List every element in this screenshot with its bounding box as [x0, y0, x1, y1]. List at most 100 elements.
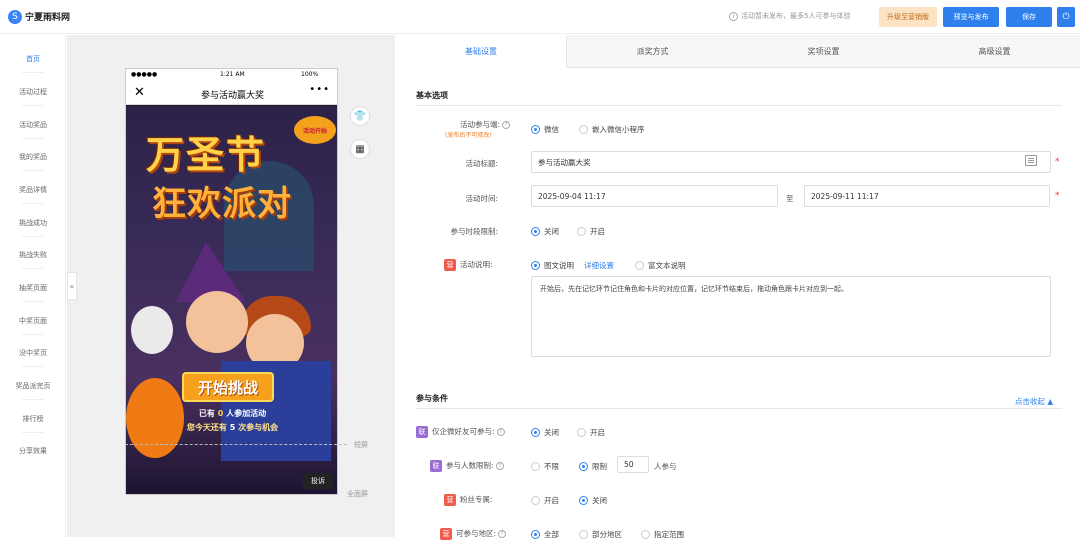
help-icon[interactable]: ? — [496, 428, 505, 436]
upgrade-button[interactable]: 升级至营销版 — [879, 7, 937, 27]
start-challenge-button[interactable]: 开始挑战 — [182, 372, 274, 402]
radio-desc-graphic[interactable]: 图文说明 — [531, 260, 574, 271]
tab-prize-settings[interactable]: 奖项设置 — [738, 35, 909, 68]
collapse-link[interactable]: 点击收起 ▲ — [1015, 396, 1053, 407]
poster-tag: 活动开始 — [294, 116, 336, 144]
preview-publish-button[interactable]: 预览与发布 — [943, 7, 999, 27]
divider — [22, 236, 44, 237]
end-time-input[interactable]: 2025-09-11 11:17 — [804, 185, 1050, 207]
sidebar-item-leaderboard[interactable]: 排行榜 — [0, 414, 66, 424]
sidebar-item-my-prizes[interactable]: 我的奖品 — [0, 152, 66, 162]
radio-limit-none[interactable]: 不限 — [531, 461, 559, 472]
description-label: 营活动说明: — [444, 259, 514, 271]
radio-dot — [577, 227, 586, 236]
phone-nav-bar: ✕ 参与活动赢大奖 ••• — [126, 82, 337, 105]
divider — [22, 72, 44, 73]
radio-wecom-off[interactable]: 关闭 — [531, 427, 559, 438]
section-conditions-title: 参与条件 — [416, 394, 448, 403]
divider — [22, 268, 44, 269]
participant-note: (发布后不可修改) — [445, 132, 492, 139]
radio-desc-richtext[interactable]: 富文本说明 — [635, 260, 686, 271]
radio-dot — [579, 496, 588, 505]
sidebar-item-home[interactable]: 首页 — [0, 54, 66, 64]
chances-prefix: 您今天还有 — [186, 423, 227, 432]
signal-icon: ●●●●● — [131, 71, 158, 78]
radio-wechat[interactable]: 微信 — [531, 124, 559, 135]
logo[interactable]: S 宁夏雨料网 — [8, 9, 70, 24]
radio-dot — [579, 125, 588, 134]
sidebar-item-share[interactable]: 分享效果 — [0, 446, 66, 456]
required-mark: * — [1055, 157, 1060, 167]
radio-time-limit-off[interactable]: 关闭 — [531, 226, 559, 237]
participant-label: 活动参与端:? — [440, 119, 510, 130]
poster-title-line1: 万圣节 — [146, 132, 267, 177]
sidebar-item-lottery[interactable]: 抽奖页面 — [0, 283, 66, 293]
tab-basic[interactable]: 基础设置 — [396, 35, 567, 68]
report-button[interactable]: 投诉 — [303, 473, 333, 489]
sidebar-item-prizes[interactable]: 活动奖品 — [0, 120, 66, 130]
radio-dot — [531, 462, 540, 471]
divider — [22, 105, 44, 106]
help-icon[interactable]: ? — [495, 462, 504, 470]
radio-limit-on[interactable]: 限制 — [579, 461, 607, 472]
divider — [22, 203, 44, 204]
radio-time-limit-on[interactable]: 开启 — [577, 226, 605, 237]
radio-region-range[interactable]: 指定范围 — [641, 529, 684, 540]
radio-fans-on[interactable]: 开启 — [531, 495, 559, 506]
more-icon[interactable]: ••• — [309, 84, 330, 95]
collapse-sidebar-button[interactable]: « — [67, 272, 77, 300]
description-textarea[interactable]: 开始后，先在记忆环节记住角色和卡片的对应位置，记忆环节结束后，拖动角色跟卡片对应… — [531, 276, 1051, 357]
help-icon[interactable]: ? — [502, 121, 510, 129]
fans-label: 营粉丝专属: — [444, 494, 514, 506]
top-bar: S 宁夏雨料网 i 活动暂未发布，最多5人可参与体验 升级至营销版 预览与发布 … — [0, 0, 1080, 34]
fans-label-text: 粉丝专属: — [460, 495, 493, 504]
participant-label-text: 活动参与端: — [459, 120, 500, 129]
activity-title-input[interactable]: 参与活动赢大奖 — [531, 151, 1051, 173]
start-time-input[interactable]: 2025-09-04 11:17 — [531, 185, 778, 207]
divider — [22, 301, 44, 302]
grid-icon[interactable]: ▦ — [350, 139, 370, 159]
settings-tabs: 基础设置 派奖方式 奖项设置 高级设置 — [396, 35, 1080, 68]
sidebar-item-prize-detail[interactable]: 奖品详情 — [0, 185, 66, 195]
radio-region-all[interactable]: 全部 — [531, 529, 559, 540]
radio-label: 部分地区 — [592, 530, 622, 539]
radio-region-partial[interactable]: 部分地区 — [579, 529, 622, 540]
phone-status-bar: ●●●●● 1:21 AM 100% — [126, 69, 337, 82]
info-icon: i — [729, 11, 738, 21]
sidebar-item-winning[interactable]: 中奖页面 — [0, 316, 66, 326]
tab-prize-method[interactable]: 派奖方式 — [567, 35, 738, 68]
radio-label: 微信 — [544, 125, 559, 134]
link-badge-icon: 联 — [430, 460, 442, 472]
phone-page-title: 参与活动赢大奖 — [200, 91, 264, 101]
radio-dot — [531, 496, 540, 505]
sidebar-item-no-win[interactable]: 没中奖页 — [0, 348, 66, 358]
power-icon[interactable]: ⏻ — [1057, 7, 1075, 27]
short-screen-label: 短屏 — [354, 441, 368, 449]
radio-dot — [531, 125, 540, 134]
radio-fans-off[interactable]: 关闭 — [579, 495, 607, 506]
sidebar-item-process[interactable]: 活动过程 — [0, 87, 66, 97]
description-label-text: 活动说明: — [460, 260, 493, 269]
info-count: 0 — [217, 409, 224, 418]
sidebar-item-prizes-gone[interactable]: 奖品派完页 — [0, 381, 66, 391]
divider — [22, 170, 44, 171]
notice-text: 活动暂未发布，最多5人可参与体验 — [741, 12, 851, 20]
radio-wecom-on[interactable]: 开启 — [577, 427, 605, 438]
publish-notice: i 活动暂未发布，最多5人可参与体验 — [729, 11, 850, 21]
wecom-label-text: 仅企微好友可参与: — [432, 427, 495, 436]
document-icon[interactable] — [1025, 155, 1037, 166]
limit-label-text: 参与人数限制: — [446, 461, 494, 470]
detail-settings-link[interactable]: 详细设置 — [584, 260, 614, 271]
save-button[interactable]: 保存 — [1006, 7, 1052, 27]
tab-advanced[interactable]: 高级设置 — [909, 35, 1080, 68]
shirt-icon[interactable]: 👕 — [350, 106, 370, 126]
radio-label: 关闭 — [544, 428, 559, 437]
limit-count-input[interactable]: 50 — [617, 456, 649, 473]
sidebar-item-fail[interactable]: 挑战失败 — [0, 250, 66, 260]
radio-label: 不限 — [544, 462, 559, 471]
section-basic-title: 基本选项 — [416, 91, 448, 100]
sidebar-item-success[interactable]: 挑战成功 — [0, 218, 66, 228]
status-time: 1:21 AM — [220, 71, 245, 78]
radio-miniprogram[interactable]: 嵌入微信小程序 — [579, 124, 645, 135]
marketing-badge-icon: 营 — [444, 494, 456, 506]
